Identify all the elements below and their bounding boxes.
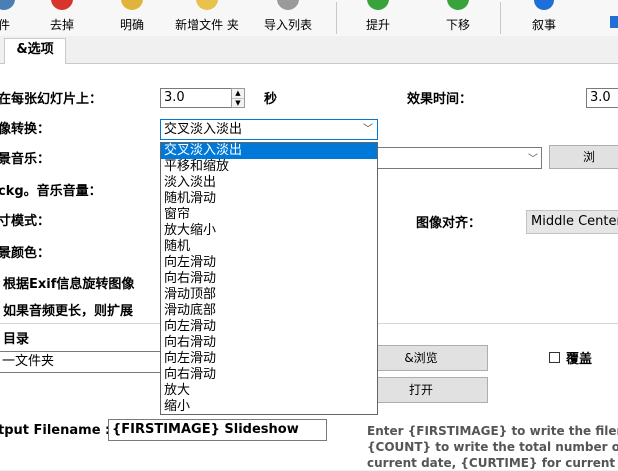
audio-extend-checkbox[interactable]: 如果音频更长，则扩展 — [3, 300, 133, 319]
effect-time-input[interactable]: 3.0 — [586, 88, 618, 108]
overwrite-label: 覆盖 — [566, 352, 593, 367]
tab-options[interactable]: &选项 — [4, 38, 66, 64]
transition-options-list: 交叉淡入淡出 平移和缩放 淡入淡出 随机滑动 窗帘 放大缩小 随机 向左滑动 向右滑动 滑动顶部滑… — [160, 142, 378, 415]
toolbar-clear-button[interactable]: 明确 — [110, 0, 154, 36]
narrate-icon — [534, 0, 554, 10]
effect-time-label: 效果时间： — [407, 92, 473, 107]
transition-option[interactable]: 缩小 — [161, 399, 377, 415]
move-up-icon — [367, 0, 389, 10]
transition-option[interactable]: 淡入淡出 — [161, 175, 377, 191]
transition-option[interactable]: 放大缩小 — [161, 223, 377, 239]
file-icon — [0, 0, 15, 10]
transition-option[interactable]: 向右滑动 — [161, 367, 377, 383]
transition-option[interactable]: 随机滑动 — [161, 191, 377, 207]
transition-option[interactable]: 交叉淡入淡出 — [161, 143, 377, 159]
toolbar-import-list-button[interactable]: 导入列表 — [258, 0, 318, 36]
toolbar-add-folder-button[interactable]: 新增文件 夹 — [172, 0, 242, 36]
toolbar-separator — [336, 2, 337, 34]
per-slide-input[interactable]: 3.0 — [160, 88, 232, 108]
toolbar-remove-button[interactable]: 去掉 — [40, 0, 84, 36]
add-folder-icon — [196, 0, 218, 10]
clear-icon — [121, 0, 143, 10]
transition-option[interactable]: 窗帘 — [161, 207, 377, 223]
toolbar-move-up-button[interactable]: 提升 — [356, 0, 400, 36]
output-dir-label: 目录 — [3, 332, 30, 347]
per-slide-spinner[interactable]: ▲ ▼ — [231, 88, 245, 108]
transition-label: 像转换： — [0, 122, 51, 137]
toolbar-file-button[interactable]: 件 — [0, 0, 15, 36]
transition-option[interactable]: 滑动顶部 — [161, 287, 377, 303]
output-filename-label: tput Filename : — [0, 423, 111, 438]
per-slide-label: 在每张幻灯片上： — [0, 92, 103, 107]
import-list-icon — [277, 0, 299, 10]
remove-icon — [51, 0, 73, 10]
move-down-icon — [447, 0, 469, 10]
transition-select[interactable]: 交叉淡入淡出 ﹀ — [160, 119, 378, 140]
tab-strip — [0, 36, 618, 64]
transition-option[interactable]: 向右滑动 — [161, 271, 377, 287]
exif-rotate-checkbox[interactable]: 根据Exif信息旋转图像 — [3, 273, 134, 292]
bg-color-label: 景颜色： — [0, 246, 51, 261]
transition-option[interactable]: 随机 — [161, 239, 377, 255]
transition-option[interactable]: 向左滑动 — [161, 319, 377, 335]
overwrite-checkbox[interactable] — [549, 352, 560, 363]
seconds-unit-label: 秒 — [264, 92, 278, 107]
transition-option[interactable]: 滑动底部 — [161, 303, 377, 319]
transition-select-value: 交叉淡入淡出 — [164, 122, 243, 137]
size-mode-label: 寸模式： — [0, 214, 51, 229]
image-align-select[interactable]: Middle Center — [526, 210, 618, 234]
transition-option[interactable]: 放大 — [161, 383, 377, 399]
output-filename-input[interactable]: {FIRSTIMAGE} Slideshow — [108, 419, 327, 441]
transition-option[interactable]: 向左滑动 — [161, 255, 377, 271]
overflow-icon[interactable] — [610, 16, 618, 28]
image-align-label: 图像对齐： — [416, 216, 482, 231]
bg-music-label: 景音乐： — [0, 152, 51, 167]
output-folder-input[interactable]: 一文件夹 — [0, 351, 168, 373]
help-text-line-2: {COUNT} to write the total number of — [367, 440, 618, 454]
browse-music-button[interactable]: 浏 — [549, 145, 618, 169]
transition-option[interactable]: 向右滑动 — [161, 335, 377, 351]
toolbar-narrate-button[interactable]: 叙事 — [522, 0, 566, 36]
toolbar-separator — [500, 2, 501, 34]
help-text-line-3: current date, {CURTIME} for current t — [367, 456, 618, 470]
chevron-down-icon[interactable]: ﹀ — [528, 150, 538, 165]
toolbar: 件 去掉 明确 新增文件 夹 导入列表 提升 下移 叙事 — [0, 0, 618, 37]
transition-option[interactable]: 向左滑动 — [161, 351, 377, 367]
bg-music-select[interactable] — [376, 147, 542, 169]
chevron-down-icon: ﹀ — [363, 124, 373, 135]
toolbar-move-down-button[interactable]: 下移 — [436, 0, 480, 36]
help-text-line-1: Enter {FIRSTIMAGE} to write the filen — [367, 424, 618, 438]
bkg-volume-label: ckg。音乐音量： — [0, 184, 102, 199]
transition-option[interactable]: 平移和缩放 — [161, 159, 377, 175]
